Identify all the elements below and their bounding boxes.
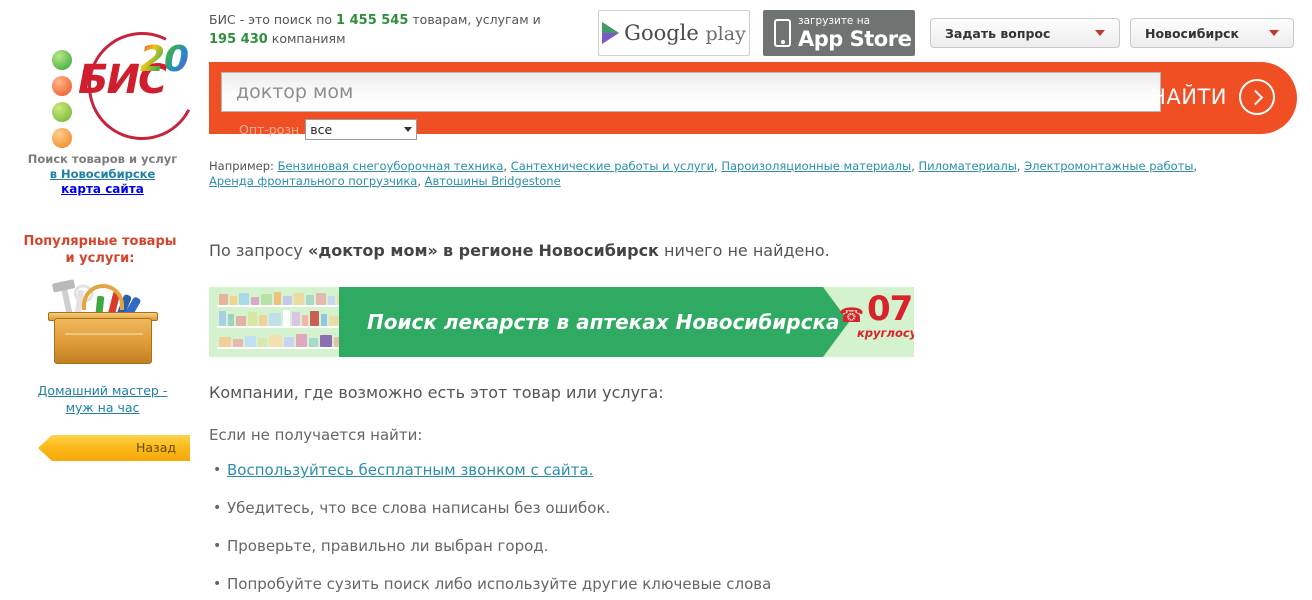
popular-goods-title-line1: Популярные товары [23, 234, 177, 249]
example-query-link[interactable]: Электромонтажные работы [1024, 159, 1193, 173]
google-play-icon [602, 22, 620, 44]
popular-goods-title-line2: и услуги: [65, 251, 135, 266]
google-play-badge[interactable]: Google play [598, 10, 750, 56]
app-store-badge[interactable]: загрузите на App Store [763, 10, 915, 56]
wholesale-retail-select[interactable]: все [305, 119, 418, 140]
pharmacy-banner-arrow: Поиск лекарств в аптеках Новосибирска [339, 287, 849, 357]
ask-question-button[interactable]: Задать вопрос [930, 18, 1120, 48]
main-content: По запросу «доктор мом» в регионе Новоси… [209, 240, 1299, 600]
arrow-right-icon [1239, 79, 1275, 115]
iphone-icon [774, 19, 791, 47]
popular-item-link-line2[interactable]: муж на час [66, 400, 140, 415]
no-results-message: По запросу «доктор мом» в регионе Новоси… [209, 240, 1299, 262]
sidebar-city-link[interactable]: в Новосибирске [50, 167, 156, 181]
logo-dots-icon [52, 50, 78, 148]
site-logo[interactable]: БИС 20 [40, 17, 211, 155]
companies-heading: Компании, где возможно есть этот товар и… [209, 383, 664, 402]
google-play-label: Google play [624, 21, 746, 45]
pharmacy-search-banner[interactable]: Поиск лекарств в аптеках Новосибирска ☎ … [209, 287, 914, 357]
telephone-icon: ☎ [839, 303, 864, 328]
no-results-query: «доктор мом» [307, 241, 438, 260]
stats-companies-count: 195 430 [209, 32, 268, 47]
example-query-link[interactable]: Бензиновая снегоуборочная техника [278, 159, 504, 173]
search-submit-button[interactable]: НАЙТИ [1150, 76, 1275, 118]
city-selector-button[interactable]: Новосибирск [1130, 18, 1294, 48]
stats-products-count: 1 455 545 [336, 13, 409, 28]
pharmacy-shelf-image [217, 291, 357, 353]
example-queries: Например: Бензиновая снегоуборочная техн… [209, 159, 1198, 188]
sidebar-tagline: Поиск товаров и услуг в Новосибирске [0, 152, 205, 182]
site-stats: БИС - это поиск по 1 455 545 товарам, ус… [209, 11, 589, 49]
wholesale-retail-selected: все [310, 122, 333, 137]
page-root: БИС 20 Поиск товаров и услуг в Новосибир… [0, 0, 1312, 600]
chevron-down-icon [1095, 30, 1105, 36]
left-sidebar: БИС 20 Поиск товаров и услуг в Новосибир… [0, 0, 211, 600]
city-selector-label: Новосибирск [1145, 25, 1240, 41]
pharmacy-phone-note: круглосуточно [857, 326, 914, 341]
sidebar-tagline-text: Поиск товаров и услуг [27, 152, 178, 166]
free-call-link[interactable]: Воспользуйтесь бесплатным звонком с сайт… [227, 461, 593, 479]
stats-middle: товарам, услугам и [412, 12, 541, 27]
no-results-prefix: По запросу [209, 241, 303, 260]
toolbox-icon [48, 280, 158, 368]
ask-question-label: Задать вопрос [945, 25, 1051, 41]
chevron-down-icon [404, 127, 413, 132]
search-submit-label: НАЙТИ [1150, 85, 1227, 109]
example-query-link[interactable]: Пиломатериалы [919, 159, 1017, 173]
site-map-link[interactable]: карта сайта [61, 182, 144, 196]
cannot-find-heading: Если не получается найти: [209, 426, 423, 444]
app-store-top-text: загрузите на [798, 15, 871, 28]
pharmacy-phone-number: 077 [866, 289, 914, 329]
search-tips-list: Воспользуйтесь бесплатным звонком с сайт… [209, 460, 1299, 594]
example-query-link[interactable]: Аренда фронтального погрузчика [209, 174, 417, 188]
pharmacy-banner-phone: ☎ 077 круглосуточно [839, 289, 914, 341]
search-input[interactable] [221, 72, 1161, 112]
example-query-link[interactable]: Сантехнические работы и услуги [511, 159, 714, 173]
site-map-link-wrap: карта сайта [0, 182, 205, 196]
logo-anniversary: 20 [140, 39, 189, 80]
stats-prefix: БИС - это поиск по [209, 12, 333, 27]
search-tip-item: Воспользуйтесь бесплатным звонком с сайт… [213, 460, 1299, 480]
search-tip-item: Убедитесь, что все слова написаны без ош… [213, 498, 1299, 518]
no-results-region: Новосибирск [538, 241, 659, 260]
popular-item-link-wrap: Домашний мастер - муж на час [0, 382, 205, 416]
popular-item-link-line1[interactable]: Домашний мастер - [38, 383, 168, 398]
back-button[interactable]: Назад [38, 435, 190, 461]
example-queries-label: Например: [209, 159, 274, 173]
pharmacy-banner-text: Поиск лекарств в аптеках Новосибирска [367, 310, 840, 334]
app-store-label: загрузите на App Store [798, 15, 912, 51]
chevron-down-icon [1269, 30, 1279, 36]
search-tip-item: Проверьте, правильно ли выбран город. [213, 536, 1299, 556]
example-query-link[interactable]: Пароизоляционные материалы [721, 159, 911, 173]
wholesale-retail-label: Опт-розн [239, 122, 300, 137]
wholesale-retail-filter: Опт-розн все [239, 119, 418, 140]
search-tip-item: Попробуйте сузить поиск либо используйте… [213, 574, 1299, 594]
popular-goods-title: Популярные товары и услуги: [0, 233, 200, 267]
google-play-suffix: play [705, 23, 746, 45]
stats-suffix: компаниям [271, 31, 346, 46]
no-results-region-label: в регионе [442, 241, 534, 260]
google-play-brand: Google [624, 21, 699, 45]
no-results-suffix: ничего не найдено. [664, 241, 830, 260]
app-store-main-text: App Store [798, 26, 912, 51]
search-bar: Опт-розн все НАЙТИ [209, 62, 1297, 140]
example-query-link[interactable]: Автошины Bridgestone [425, 174, 561, 188]
